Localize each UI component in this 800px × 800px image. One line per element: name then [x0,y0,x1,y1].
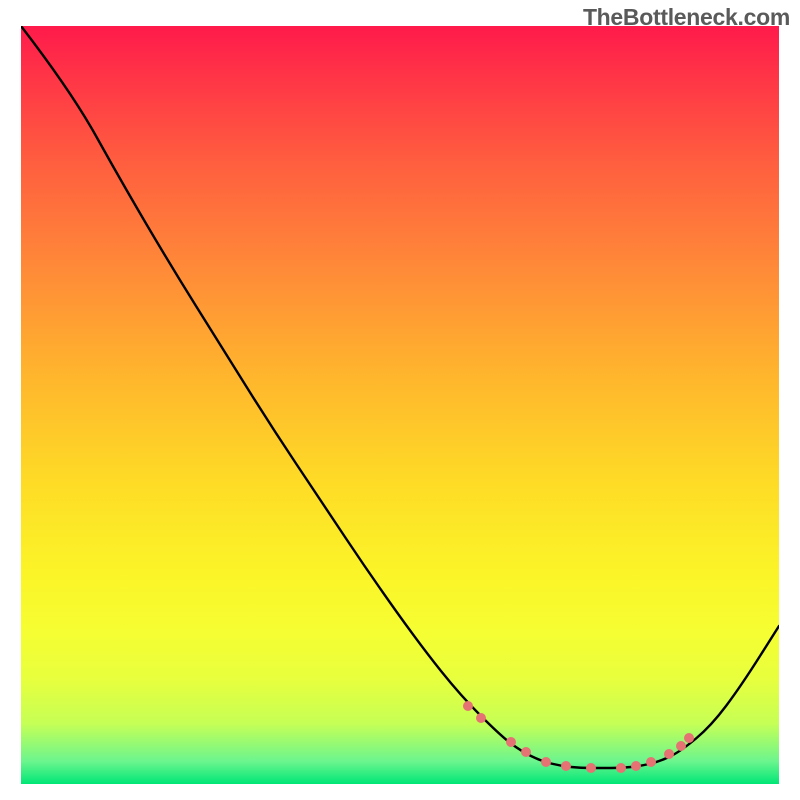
chart-svg [21,26,779,784]
marker-dot [631,761,641,771]
marker-dot [586,763,596,773]
marker-dot [684,733,694,743]
marker-dot [664,749,674,759]
marker-dot [676,741,686,751]
marker-dot [541,757,551,767]
plot-area [21,26,779,784]
marker-dot [616,763,626,773]
marker-dot [463,701,473,711]
curve-path [21,26,779,768]
chart-container: TheBottleneck.com [0,0,800,800]
marker-dot [646,757,656,767]
marker-dot [521,747,531,757]
watermark-text: TheBottleneck.com [583,4,790,31]
marker-dot [561,761,571,771]
marker-dot [506,737,516,747]
marker-dot [476,713,486,723]
